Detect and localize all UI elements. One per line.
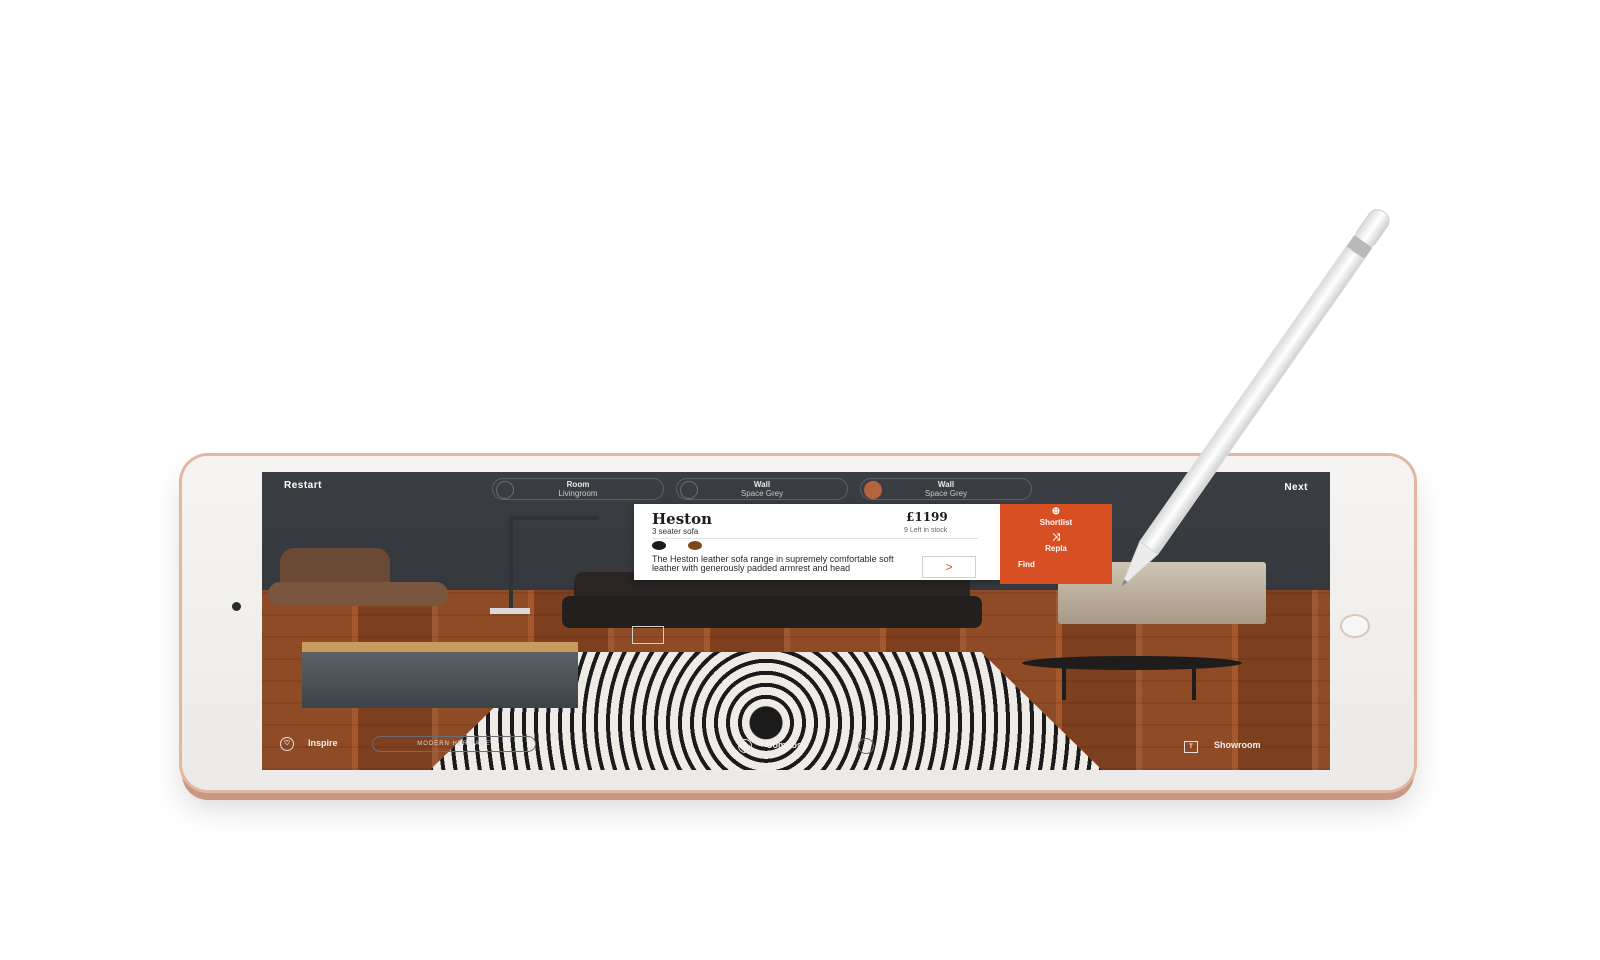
front-camera (232, 602, 241, 611)
sofa-seat (562, 596, 982, 628)
color-swatch-black[interactable] (652, 541, 666, 550)
stock-status: 9 Left in stock (904, 527, 948, 534)
more-options-icon[interactable]: ⋮ (858, 738, 874, 754)
inspire-button[interactable]: Inspire (308, 738, 338, 748)
wall-color-icon (680, 481, 698, 499)
armchair-seat (268, 582, 448, 606)
floor-selector-value: Space Grey (924, 489, 968, 498)
floor-lamp-arm (509, 516, 599, 520)
restart-button[interactable]: Restart (284, 480, 322, 491)
floor-selector-label: Wall (937, 480, 955, 489)
showroom-button[interactable]: Showroom (1214, 740, 1261, 750)
more-details-button[interactable]: > (922, 556, 976, 578)
product-name: Heston (652, 510, 712, 528)
bottom-bar: ♡ Inspire MODERN HERITAGE ◎ Compose ⋮ T … (262, 734, 1330, 754)
coffee-table[interactable] (302, 642, 578, 708)
floor-lamp-base (490, 608, 530, 614)
showroom-icon[interactable]: T (1184, 741, 1198, 753)
floor-selector[interactable]: Wall Space Grey (860, 478, 1032, 500)
divider (652, 538, 978, 539)
room-selector[interactable]: Room Livingroom (492, 478, 664, 500)
floor-color-icon (864, 481, 882, 499)
inspire-icon[interactable]: ♡ (280, 737, 294, 751)
product-popup: Heston 3 seater sofa £1199 9 Left in sto… (634, 504, 1000, 580)
product-price: £1199 (906, 510, 948, 524)
compose-icon[interactable]: ◎ (738, 739, 752, 753)
lock-icon[interactable] (632, 626, 664, 644)
product-description: The Heston leather sofa range in supreme… (652, 554, 894, 573)
side-table-leg (1192, 666, 1196, 700)
room-selector-value: Livingroom (558, 489, 598, 498)
style-selector[interactable]: MODERN HERITAGE (372, 736, 536, 752)
side-table-leg (1062, 666, 1066, 700)
apple-pencil (1121, 209, 1390, 588)
armchair[interactable] (262, 548, 448, 620)
product-subtitle: 3 seater sofa (652, 527, 699, 536)
wall-selector[interactable]: Wall Space Grey (676, 478, 848, 500)
compose-button[interactable]: Compose (766, 740, 807, 750)
room-selector-label: Room (566, 480, 590, 489)
wall-selector-value: Space Grey (740, 489, 784, 498)
sofa[interactable] (562, 572, 982, 632)
color-swatch-brown[interactable] (688, 541, 702, 550)
wall-selector-label: Wall (753, 480, 771, 489)
room-icon (496, 481, 514, 499)
floor-lamp[interactable] (509, 516, 513, 612)
